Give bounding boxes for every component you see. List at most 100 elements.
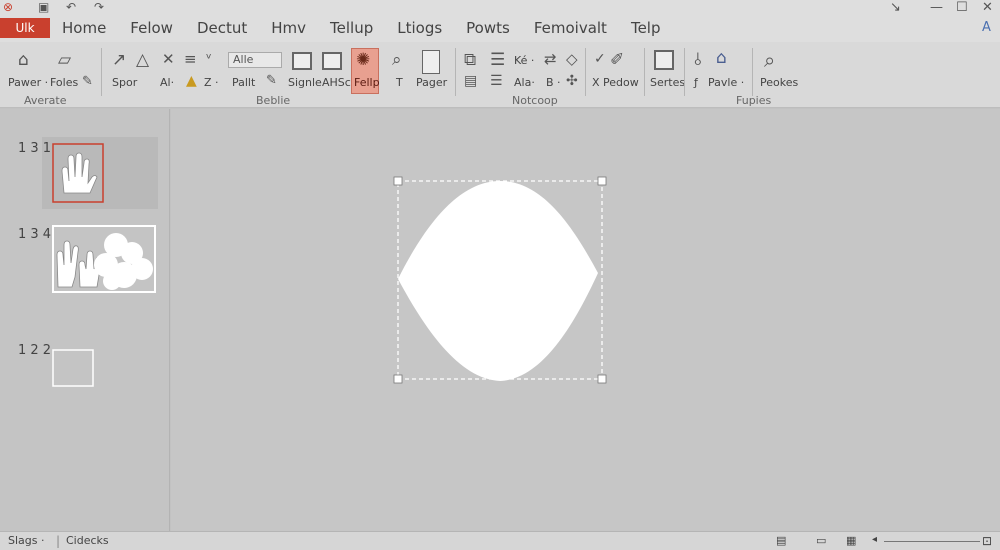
redo-icon[interactable]: ↷	[94, 0, 104, 14]
group-label-fupies: Fupies	[736, 94, 772, 107]
gear-icon[interactable]: ✺	[356, 52, 370, 69]
list-icon[interactable]: ☰	[490, 52, 505, 69]
ai-button[interactable]: Al·	[160, 76, 174, 89]
format-icon[interactable]: ᵛ	[206, 52, 212, 66]
ribbon: ⌂ ▱ Pawer · Foles ✎ Averate ↗ △ ✕ ≡ ᵛ Al…	[0, 42, 1000, 108]
slide-number: 1 3 1	[18, 141, 52, 156]
highlight-icon[interactable]: ▲	[186, 74, 197, 88]
align-icon[interactable]: ≡	[184, 52, 197, 67]
search-icon[interactable]: ⌕	[392, 52, 402, 69]
rows-icon[interactable]: ☰	[490, 74, 503, 88]
edit-icon[interactable]: ✎	[266, 74, 277, 87]
fit-slide-icon[interactable]: ⊡	[982, 534, 992, 548]
b-button[interactable]: B ·	[546, 76, 561, 89]
x-pedow-button[interactable]: X Pedow	[592, 76, 639, 89]
pawer-button[interactable]: Pawer ·	[8, 76, 48, 89]
tab-file[interactable]: Ulk	[0, 18, 50, 38]
rounded-diamond-shape	[398, 181, 598, 381]
triangle-icon[interactable]: △	[136, 52, 149, 69]
series-icon[interactable]	[654, 50, 674, 70]
selected-shape-group[interactable]	[392, 175, 608, 387]
maximize-button[interactable]: ☐	[956, 0, 968, 15]
shuffle-icon[interactable]: ✣	[566, 74, 578, 88]
tab-telp[interactable]: Telp	[631, 19, 661, 37]
crescent-moon-icon	[64, 355, 90, 379]
slide-thumbnail-2[interactable]	[52, 225, 156, 293]
check-icon[interactable]: ✓	[594, 52, 606, 66]
resize-handle-bottom-left[interactable]	[393, 374, 403, 384]
zoom-out-icon[interactable]: ◂	[872, 534, 877, 545]
spor-button[interactable]: Spor	[112, 76, 137, 89]
slide-canvas[interactable]	[171, 109, 1000, 531]
ribbon-separator	[585, 48, 586, 96]
close-small-icon[interactable]: ✕	[162, 52, 175, 67]
group-label-notcoop: Notcoop	[512, 94, 558, 107]
ke-button[interactable]: Ké ·	[514, 54, 534, 67]
pager-button[interactable]: Pager	[416, 76, 447, 89]
undo-icon[interactable]: ↶	[66, 0, 76, 14]
zoom-slider[interactable]	[884, 541, 980, 542]
pen-icon[interactable]: ↗	[112, 52, 126, 69]
resize-handle-top-right[interactable]	[597, 176, 607, 186]
normal-view-icon[interactable]: ▭	[816, 534, 826, 547]
z-button[interactable]: Z ·	[204, 76, 219, 89]
fellp-button[interactable]: Fellp	[354, 76, 380, 89]
copy-icon[interactable]: ⧉	[464, 52, 476, 69]
ribbon-tabs: Ulk Home Felow Dectut Hmv Tellup Ltiogs …	[0, 16, 684, 40]
foles-button[interactable]: Foles	[50, 76, 78, 89]
eraser-icon[interactable]: ▱	[58, 52, 71, 69]
ribbon-separator	[644, 48, 645, 96]
page-icon[interactable]	[422, 50, 440, 74]
tab-femoivalt[interactable]: Femoivalt	[534, 19, 607, 37]
group-label-averate: Averate	[24, 94, 67, 107]
resize-handle-top-left[interactable]	[393, 176, 403, 186]
f-marker: ƒ	[694, 76, 698, 89]
close-button[interactable]: ✕	[982, 0, 993, 15]
pavle-button[interactable]: Pavle ·	[708, 76, 744, 89]
pin-icon[interactable]: ⫰	[694, 52, 701, 69]
ribbon-separator	[684, 48, 685, 96]
tab-ltiogs[interactable]: Ltiogs	[397, 19, 442, 37]
ahsc-button[interactable]: AHSc	[322, 76, 351, 89]
find-icon[interactable]: ⌕	[764, 50, 775, 70]
ribbon-toggle-icon[interactable]: ↘	[890, 0, 901, 15]
shape-icon[interactable]: ◇	[566, 52, 578, 67]
save-icon[interactable]: ▣	[38, 0, 49, 14]
sertes-button[interactable]: Sertes	[650, 76, 685, 89]
tab-home[interactable]: Home	[62, 19, 106, 37]
font-combo[interactable]: Alle	[228, 52, 282, 68]
pencil-icon[interactable]: ✐	[610, 52, 624, 69]
notes-status-button[interactable]: Cidecks	[66, 534, 109, 547]
tab-tellup[interactable]: Tellup	[330, 19, 373, 37]
home-shape-icon[interactable]: ⌂	[716, 50, 727, 67]
slide-number: 1 3 4	[18, 227, 52, 242]
status-bar: Slags · | Cidecks ▤ ▭ ▦ ◂ ⊡	[0, 531, 1000, 550]
grid-icon[interactable]	[292, 52, 312, 70]
tab-powts[interactable]: Powts	[466, 19, 510, 37]
paste-special-icon[interactable]: ▤	[464, 74, 477, 88]
table-icon[interactable]	[322, 52, 342, 70]
slide-thumbnail-3[interactable]	[52, 349, 94, 387]
resize-handle-bottom-right[interactable]	[597, 374, 607, 384]
tell-me-icon[interactable]: A	[982, 20, 991, 35]
app-logo-icon: ⊗	[3, 0, 14, 14]
signle-button[interactable]: Signle	[288, 76, 322, 89]
slide-thumbnail-1[interactable]	[52, 143, 104, 203]
tab-felow[interactable]: Felow	[130, 19, 173, 37]
minimize-button[interactable]: —	[930, 0, 943, 15]
slide-sorter-icon[interactable]: ▦	[846, 534, 856, 547]
tab-dectut[interactable]: Dectut	[197, 19, 247, 37]
notes-icon[interactable]: ▤	[776, 534, 786, 547]
arrows-icon[interactable]: ⇄	[544, 52, 557, 67]
cloud-icon	[94, 233, 153, 290]
status-separator: |	[56, 534, 61, 548]
slides-status-button[interactable]: Slags ·	[8, 534, 45, 547]
pallt-button[interactable]: Pallt	[232, 76, 255, 89]
ribbon-separator	[101, 48, 102, 96]
ala-button[interactable]: Ala·	[514, 76, 535, 89]
brush-icon[interactable]: ✎	[82, 75, 93, 88]
paste-icon[interactable]: ⌂	[18, 52, 29, 69]
t-button[interactable]: T	[396, 76, 403, 89]
peokes-button[interactable]: Peokes	[760, 76, 798, 89]
tab-hmv[interactable]: Hmv	[271, 19, 306, 37]
